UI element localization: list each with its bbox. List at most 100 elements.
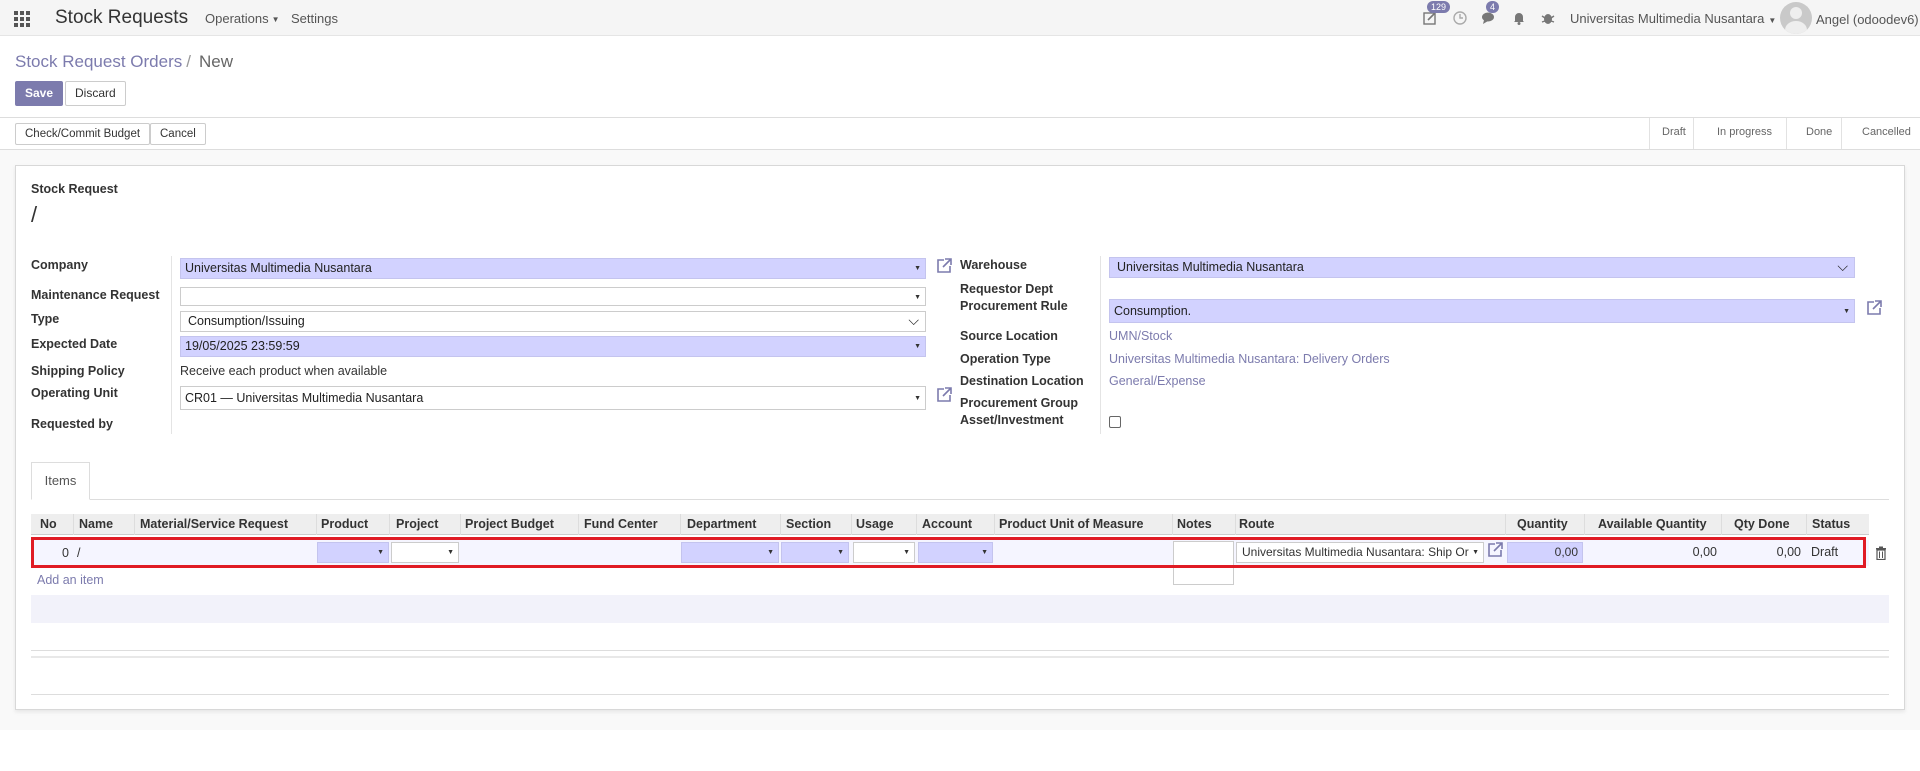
expected-date-input[interactable]: 19/05/2025 23:59:59 ▼ [180, 336, 926, 357]
row-available-quantity: 0,00 [1692, 545, 1717, 559]
row-route-select[interactable]: Universitas Multimedia Nusantara: Ship O… [1236, 542, 1484, 563]
type-select[interactable]: Consumption/Issuing ⌵ [180, 311, 926, 332]
col-notes[interactable]: Notes [1177, 517, 1212, 531]
maintenance-request-label: Maintenance Request [31, 288, 160, 302]
col-name[interactable]: Name [79, 517, 113, 531]
tab-underline [31, 499, 1889, 500]
expected-date-value: 19/05/2025 23:59:59 [185, 339, 300, 353]
col-project-budget[interactable]: Project Budget [465, 517, 554, 531]
col-status[interactable]: Status [1812, 517, 1850, 531]
type-label: Type [31, 312, 60, 326]
breadcrumb-parent[interactable]: Stock Request Orders [15, 52, 182, 71]
source-location-link[interactable]: UMN/Stock [1109, 329, 1172, 343]
empty-table-row [31, 595, 1889, 623]
company-external-link-icon[interactable] [935, 257, 955, 277]
breadcrumb-separator: / [186, 52, 191, 71]
user-name[interactable]: Angel (odoodev6) [1816, 12, 1919, 27]
asset-investment-checkbox[interactable] [1109, 416, 1121, 428]
user-avatar[interactable] [1780, 2, 1812, 34]
stage-cancelled[interactable]: Cancelled [1862, 126, 1911, 138]
row-usage-select[interactable]: ▼ [853, 542, 915, 563]
messages-icon[interactable]: 4 [1480, 1, 1500, 28]
destination-location-label: Destination Location [960, 374, 1084, 388]
table-row[interactable]: 0 / ▼ ▼ ▼ ▼ ▼ ▼ Universitas Multimedia N… [31, 540, 1869, 585]
operation-type-label: Operation Type [960, 352, 1051, 366]
breadcrumb: Stock Request Orders / New [15, 52, 233, 72]
operating-unit-value: CR01 — Universitas Multimedia Nusantara [185, 391, 424, 405]
tab-items[interactable]: Items [31, 462, 90, 500]
col-quantity[interactable]: Quantity [1517, 517, 1568, 531]
operation-type-link[interactable]: Universitas Multimedia Nusantara: Delive… [1109, 352, 1390, 366]
left-column-divider [171, 256, 172, 434]
col-usage[interactable]: Usage [856, 517, 894, 531]
procurement-rule-label: Procurement Rule [960, 299, 1068, 313]
app-brand[interactable]: Stock Requests [55, 7, 188, 29]
messages-count-badge: 4 [1486, 1, 1500, 13]
cancel-button[interactable]: Cancel [150, 123, 206, 145]
col-qty-done[interactable]: Qty Done [1734, 517, 1790, 531]
stage-done[interactable]: Done [1806, 126, 1832, 138]
check-commit-budget-button[interactable]: Check/Commit Budget [15, 123, 151, 145]
company-select[interactable]: Universitas Multimedia Nusantara ▼ [180, 258, 926, 279]
add-item-link[interactable]: Add an item [37, 573, 104, 587]
operating-unit-label: Operating Unit [31, 386, 118, 400]
bug-icon[interactable] [1539, 10, 1557, 28]
col-fund-center[interactable]: Fund Center [584, 517, 658, 531]
type-select-value: Consumption/Issuing [188, 314, 305, 328]
destination-location-link[interactable]: General/Expense [1109, 374, 1206, 388]
requested-by-label: Requested by [31, 417, 113, 431]
col-route[interactable]: Route [1239, 517, 1274, 531]
warehouse-select-value: Universitas Multimedia Nusantara [1117, 260, 1304, 274]
apps-menu-icon[interactable] [14, 11, 30, 27]
row-notes-input[interactable] [1173, 541, 1234, 585]
col-available-quantity[interactable]: Available Quantity [1598, 517, 1707, 531]
col-product-uom[interactable]: Product Unit of Measure [999, 517, 1143, 531]
row-name[interactable]: / [77, 546, 80, 560]
top-navbar: Stock Requests Operations ▼ Settings 129 … [0, 0, 1920, 36]
activity-icon[interactable]: 129 [1421, 1, 1451, 28]
col-section[interactable]: Section [786, 517, 831, 531]
row-quantity-input[interactable]: 0,00 [1507, 542, 1583, 563]
operating-unit-select[interactable]: CR01 — Universitas Multimedia Nusantara ▼ [180, 386, 926, 410]
shipping-policy-value[interactable]: Receive each product when available [180, 364, 387, 378]
form-sheet [15, 165, 1905, 710]
col-no[interactable]: No [40, 517, 57, 531]
col-account[interactable]: Account [922, 517, 972, 531]
row-section-select[interactable]: ▼ [781, 542, 849, 563]
discard-button[interactable]: Discard [65, 81, 126, 106]
right-column-divider [1100, 256, 1101, 434]
row-account-select[interactable]: ▼ [918, 542, 993, 563]
col-material-service-request[interactable]: Material/Service Request [140, 517, 288, 531]
row-product-select[interactable]: ▼ [317, 542, 389, 563]
table-footer-line [31, 650, 1889, 651]
row-department-select[interactable]: ▼ [681, 542, 779, 563]
trash-icon[interactable] [1875, 546, 1887, 561]
table-scrollbar[interactable] [31, 656, 1889, 658]
col-department[interactable]: Department [687, 517, 756, 531]
operating-unit-external-link-icon[interactable] [935, 386, 955, 406]
company-switcher[interactable]: Universitas Multimedia Nusantara ▼ [1570, 11, 1776, 26]
row-status: Draft [1811, 545, 1839, 559]
save-button[interactable]: Save [15, 81, 64, 106]
breadcrumb-current: New [198, 52, 233, 71]
stock-request-title-value: / [31, 202, 38, 227]
company-label: Company [31, 258, 88, 272]
col-project[interactable]: Project [396, 517, 438, 531]
stage-in-progress[interactable]: In progress [1717, 126, 1772, 138]
menu-operations-label: Operations [205, 11, 269, 26]
warehouse-select[interactable]: Universitas Multimedia Nusantara ⌵ [1109, 257, 1855, 278]
stage-draft[interactable]: Draft [1662, 126, 1686, 138]
menu-operations[interactable]: Operations ▼ [205, 11, 280, 26]
activity-count-badge: 129 [1427, 1, 1451, 13]
col-product[interactable]: Product [321, 517, 368, 531]
row-route-external-link-icon[interactable] [1486, 541, 1506, 561]
maintenance-request-select[interactable]: ▼ [180, 287, 926, 306]
table-header: No Name Material/Service Request Product… [31, 514, 1869, 535]
procurement-rule-select[interactable]: Consumption. ▼ [1109, 299, 1855, 323]
procurement-rule-external-link-icon[interactable] [1865, 299, 1885, 319]
row-project-select[interactable]: ▼ [391, 542, 459, 563]
menu-settings[interactable]: Settings [291, 11, 338, 26]
requestor-dept-label: Requestor Dept [960, 282, 1054, 296]
clock-icon[interactable] [1451, 10, 1469, 28]
bell-icon[interactable] [1510, 10, 1528, 28]
